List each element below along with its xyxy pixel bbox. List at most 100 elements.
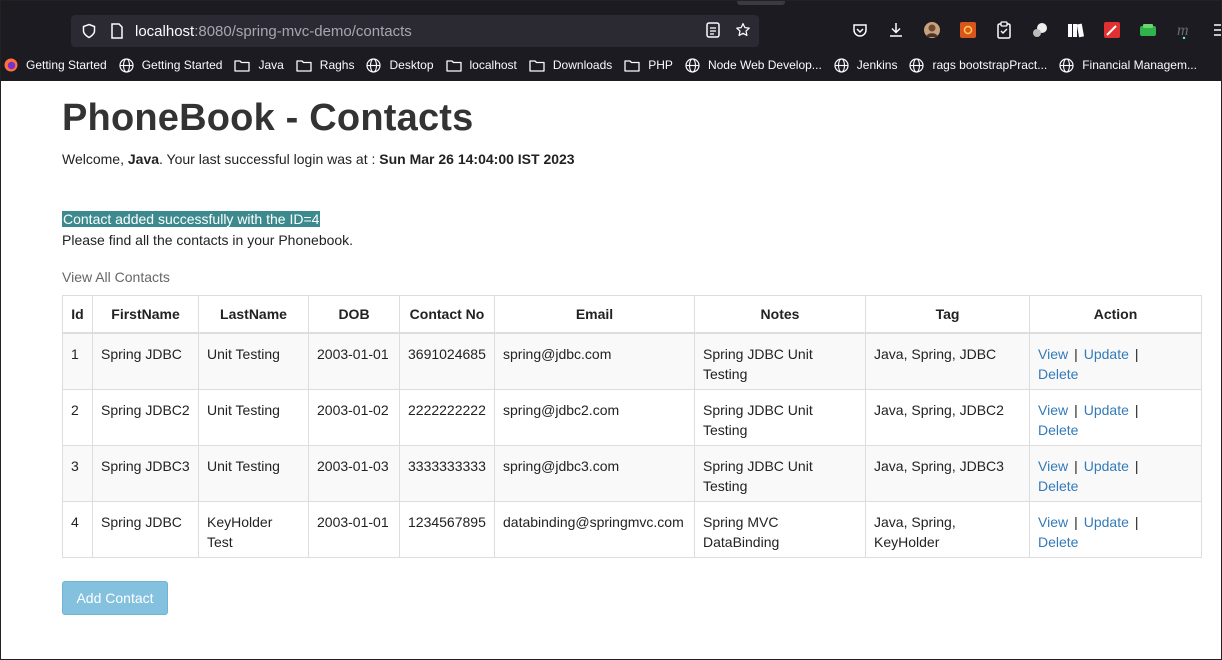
action-separator: | [1134, 513, 1139, 530]
account-avatar-icon[interactable] [923, 21, 941, 39]
action-separator: | [1074, 346, 1078, 362]
cell-email: databinding@springmvc.com [494, 500, 695, 558]
cell-action: View | Update | Delete [1029, 388, 1202, 446]
table-header-row: Id FirstName LastName DOB Contact No Ema… [62, 295, 1202, 334]
cell-contact-no: 1234567895 [399, 500, 495, 558]
header-notes: Notes [694, 295, 866, 334]
bookmark-label: Raghs [319, 58, 355, 72]
reader-view-icon[interactable] [705, 22, 721, 38]
extension-m-icon[interactable]: m [1175, 21, 1193, 39]
welcome-middle: . Your last successful login was at : [159, 151, 380, 167]
globe-icon [1059, 57, 1078, 73]
cell-id: 4 [62, 500, 93, 558]
view-link[interactable]: View [1038, 458, 1068, 474]
table-row: 4 Spring JDBC KeyHolder Test 2003-01-01 1234… [62, 500, 1202, 558]
welcome-prefix: Welcome, [62, 151, 128, 167]
bookmark-item[interactable]: Desktop [366, 57, 434, 73]
bookmark-item[interactable]: Getting Started [119, 57, 222, 73]
cell-action: View | Update | Delete [1029, 332, 1202, 390]
bookmark-label: PHP [648, 58, 673, 72]
cell-tag: Java, Spring, JDBC2 [865, 388, 1030, 446]
extension-green-icon[interactable] [1139, 21, 1157, 39]
url-text[interactable]: localhost:8080/spring-mvc-demo/contacts [135, 23, 412, 40]
success-message: Contact added successfully with the ID=4 [62, 211, 321, 227]
update-link[interactable]: Update [1084, 402, 1129, 418]
cell-notes: Spring JDBC Unit Testing [694, 388, 866, 446]
cell-email: spring@jdbc2.com [494, 388, 695, 446]
header-contact-no: Contact No [399, 295, 495, 334]
menu-icon[interactable] [1211, 21, 1221, 39]
bookmark-label: Financial Managem... [1082, 58, 1197, 72]
delete-link[interactable]: Delete [1038, 366, 1078, 382]
bookmark-item[interactable]: localhost [445, 58, 517, 72]
cell-lastname: Unit Testing [198, 444, 309, 502]
folder-icon [529, 59, 549, 72]
bookmark-item[interactable]: Downloads [529, 58, 612, 72]
action-separator: | [1074, 457, 1078, 474]
globe-icon [685, 57, 704, 73]
cell-dob: 2003-01-01 [308, 500, 400, 558]
cell-notes: Spring JDBC Unit Testing [694, 332, 866, 390]
folder-icon [234, 59, 254, 72]
extension-puzzle-icon[interactable] [1031, 21, 1049, 39]
bookmark-item[interactable]: Financial Managem... [1059, 57, 1197, 73]
update-link[interactable]: Update [1084, 346, 1129, 362]
download-icon[interactable] [887, 21, 905, 39]
action-separator: | [1134, 457, 1139, 474]
header-lastname: LastName [198, 295, 309, 334]
update-link[interactable]: Update [1084, 458, 1129, 474]
address-bar[interactable]: localhost:8080/spring-mvc-demo/contacts [71, 15, 759, 47]
update-link[interactable]: Update [1084, 514, 1129, 530]
header-firstname: FirstName [92, 295, 199, 334]
bookmark-item[interactable]: rags bootstrapPract... [909, 57, 1047, 73]
cell-contact-no: 3691024685 [399, 332, 495, 390]
library-icon[interactable] [1067, 21, 1085, 39]
wand-icon[interactable] [1103, 21, 1121, 39]
delete-link[interactable]: Delete [1038, 478, 1078, 494]
browser-window: localhost:8080/spring-mvc-demo/contacts … [0, 0, 1222, 660]
bookmarks-bar: Getting Started Getting Started Java Raghs D… [1, 53, 1221, 77]
bookmark-label: Java [258, 58, 284, 72]
bookmark-item[interactable]: Getting Started [4, 58, 107, 72]
cell-email: spring@jdbc.com [494, 332, 695, 390]
view-link[interactable]: View [1038, 514, 1068, 530]
add-contact-button[interactable]: Add Contact [62, 581, 168, 615]
page-content: PhoneBook - Contacts Welcome, Java. Your… [1, 81, 1221, 659]
info-text: Please find all the contacts in your Pho… [62, 232, 354, 248]
clipboard-icon[interactable] [995, 21, 1013, 39]
table-row: 1 Spring JDBC Unit Testing 2003-01-01 369102… [62, 332, 1202, 390]
delete-link[interactable]: Delete [1038, 534, 1078, 550]
cell-dob: 2003-01-01 [308, 332, 400, 390]
bookmark-item[interactable]: Raghs [296, 58, 355, 72]
bookmark-item[interactable]: Node Web Develop... [685, 57, 822, 73]
extension-sun-icon[interactable] [959, 21, 977, 39]
table-row: 3 Spring JDBC3 Unit Testing 2003-01-03 33333… [62, 444, 1202, 502]
action-separator: | [1074, 513, 1078, 530]
bookmark-label: Desktop [389, 58, 434, 72]
tab-indicator[interactable] [737, 1, 785, 5]
cell-lastname: Unit Testing [198, 332, 309, 390]
last-login-time: Sun Mar 26 14:04:00 IST 2023 [379, 151, 575, 167]
globe-icon [119, 57, 138, 73]
bookmark-star-icon[interactable] [735, 22, 751, 38]
cell-dob: 2003-01-03 [308, 444, 400, 502]
bookmark-item[interactable]: PHP [624, 58, 673, 72]
cell-dob: 2003-01-02 [308, 388, 400, 446]
cell-firstname: Spring JDBC [92, 500, 199, 558]
cell-contact-no: 2222222222 [399, 388, 495, 446]
action-separator: | [1134, 346, 1139, 362]
bookmark-item[interactable]: Jenkins [834, 57, 897, 73]
folder-icon [445, 59, 466, 72]
cell-lastname: KeyHolder Test [198, 500, 309, 558]
delete-link[interactable]: Delete [1038, 422, 1078, 438]
page-icon[interactable] [109, 23, 125, 39]
bookmark-item[interactable]: Java [234, 58, 284, 72]
pocket-icon[interactable] [851, 21, 869, 39]
view-all-contacts-link[interactable]: View All Contacts [62, 269, 170, 285]
shield-icon[interactable] [81, 23, 97, 39]
welcome-line: Welcome, Java. Your last successful logi… [62, 151, 575, 167]
view-link[interactable]: View [1038, 346, 1068, 362]
cell-firstname: Spring JDBC [92, 332, 199, 390]
view-link[interactable]: View [1038, 402, 1068, 418]
bookmark-label: Getting Started [26, 58, 107, 72]
